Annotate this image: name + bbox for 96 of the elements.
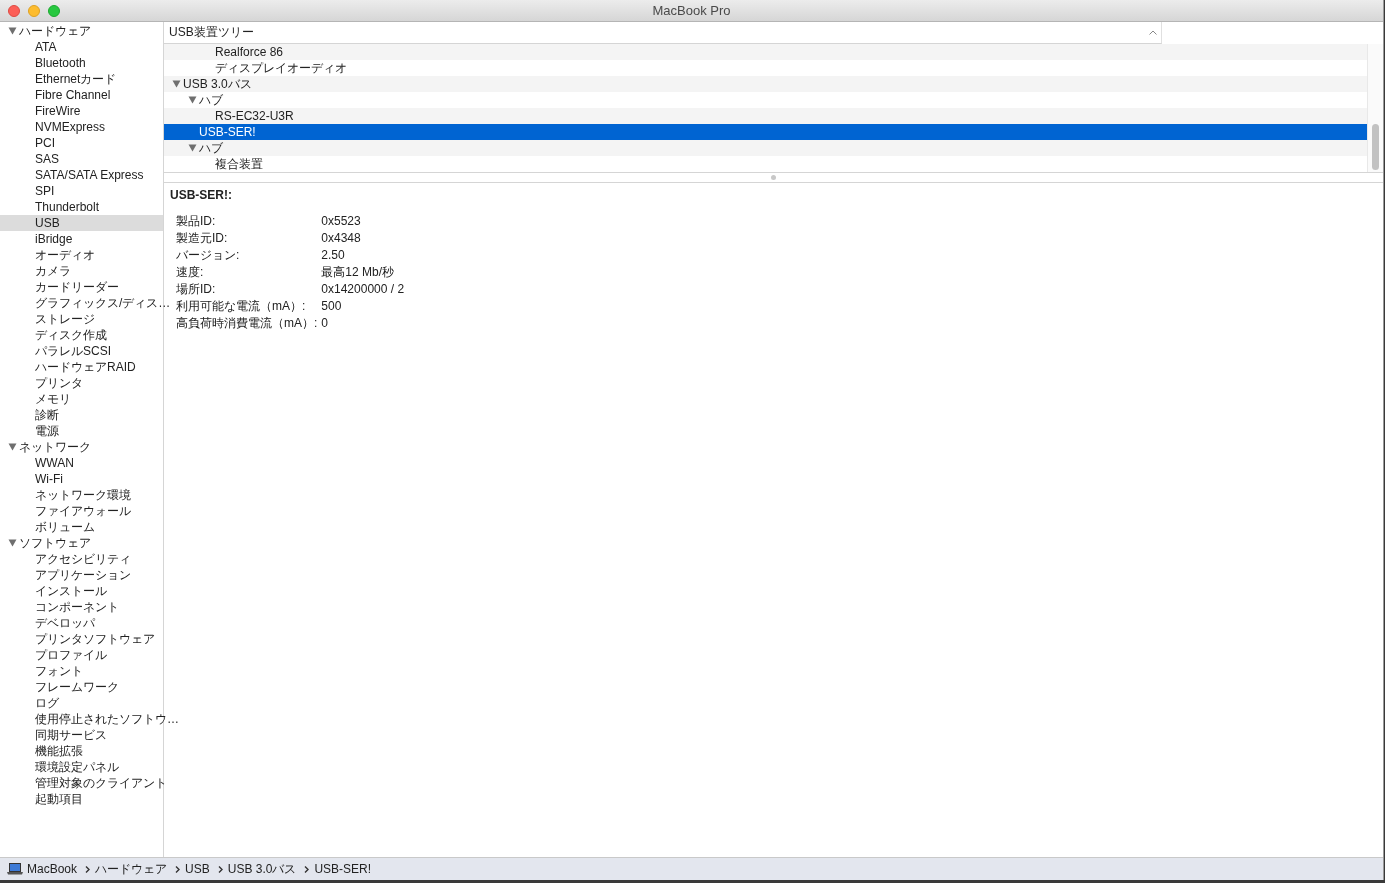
sidebar-item[interactable]: ハードウェア	[19, 23, 91, 39]
splitter-handle[interactable]	[771, 175, 776, 180]
sidebar-item[interactable]: 同期サービス	[35, 727, 107, 743]
sidebar-item[interactable]: ネットワーク環境	[35, 487, 131, 503]
chevron-icon	[85, 865, 91, 873]
sidebar-item[interactable]: プリンタ	[35, 375, 83, 391]
disclosure-triangle-icon[interactable]	[8, 443, 17, 451]
sidebar-item[interactable]: 起動項目	[35, 791, 83, 807]
sidebar-item[interactable]: フォント	[35, 663, 83, 679]
disclosure-triangle-icon[interactable]	[8, 27, 17, 35]
tree-item[interactable]: ディスプレイオーディオ	[215, 60, 347, 76]
property-label: バージョン:	[176, 248, 241, 262]
tree-item[interactable]: ハブ	[199, 140, 223, 156]
chevron-icon	[175, 865, 181, 873]
sidebar-item[interactable]: SATA/SATA Express	[35, 167, 144, 183]
sidebar-item[interactable]: 環境設定パネル	[35, 759, 119, 775]
sidebar-item[interactable]: Ethernetカード	[35, 71, 117, 87]
sidebar-item[interactable]: iBridge	[35, 231, 73, 247]
breadcrumb-item[interactable]: USB 3.0バス	[227, 860, 297, 878]
sidebar-item[interactable]: Fibre Channel	[35, 87, 111, 103]
disclosure-triangle-icon[interactable]	[172, 80, 181, 88]
sidebar-item[interactable]: メモリ	[35, 391, 71, 407]
property-value: 0x14200000 / 2	[321, 282, 405, 296]
sidebar-item[interactable]: ストレージ	[35, 311, 95, 327]
sidebar-item[interactable]: NVMExpress	[35, 119, 105, 135]
sidebar-item[interactable]: アクセシビリティ	[35, 551, 131, 567]
sidebar-item[interactable]: Wi-Fi	[35, 471, 63, 487]
property-label: 高負荷時消費電流（mA）:	[176, 316, 318, 330]
sidebar-item[interactable]: プロファイル	[35, 647, 107, 663]
sidebar-item[interactable]: ボリューム	[35, 519, 95, 535]
sidebar-item[interactable]: ディスク作成	[35, 327, 107, 343]
property-label: 速度:	[176, 265, 205, 279]
sidebar-item[interactable]: ATA	[35, 39, 57, 55]
property-value: 0x5523	[321, 214, 362, 228]
sidebar-item[interactable]: 機能拡張	[35, 743, 83, 759]
sidebar-item[interactable]: Bluetooth	[35, 55, 86, 71]
sidebar-item[interactable]: ログ	[35, 695, 59, 711]
chevron-icon	[217, 865, 223, 873]
sort-icon	[1149, 30, 1157, 35]
tree-item[interactable]: 複合装置	[215, 156, 263, 172]
sidebar-item[interactable]: ネットワーク	[19, 439, 91, 455]
sidebar-item[interactable]: グラフィックス/ディス…	[35, 295, 171, 311]
property-value: 0	[321, 316, 330, 330]
sidebar-item[interactable]: WWAN	[35, 455, 74, 471]
disclosure-triangle-icon[interactable]	[188, 144, 197, 152]
scrollbar-thumb[interactable]	[1372, 124, 1379, 170]
sidebar-item[interactable]: 電源	[35, 423, 59, 439]
close-button[interactable]	[8, 5, 20, 17]
sidebar-item[interactable]: Thunderbolt	[35, 199, 100, 215]
sidebar-item[interactable]: FireWire	[35, 103, 81, 119]
sidebar-item[interactable]: インストール	[35, 583, 107, 599]
property-label: 製造元ID:	[176, 231, 229, 245]
sidebar-item[interactable]: フレームワーク	[35, 679, 119, 695]
sidebar-item[interactable]: PCI	[35, 135, 55, 151]
selected-row[interactable]: USB-SER!	[164, 124, 1367, 140]
sidebar-item[interactable]: デベロッパ	[35, 615, 95, 631]
tree-item[interactable]: RS-EC32-U3R	[215, 108, 294, 124]
detail-heading: USB-SER!:	[170, 188, 233, 202]
sidebar-item[interactable]: ファイアウォール	[35, 503, 131, 519]
breadcrumb-item[interactable]: USB-SER!	[314, 862, 372, 876]
tree-item[interactable]: USB-SER!	[199, 124, 256, 140]
tree-item[interactable]: USB 3.0バス	[183, 76, 252, 92]
sidebar-item[interactable]: カードリーダー	[35, 279, 119, 295]
sidebar-item[interactable]: ソフトウェア	[19, 535, 91, 551]
sidebar-item[interactable]: プリンタソフトウェア	[35, 631, 155, 647]
sidebar-item[interactable]: 管理対象のクライアント	[35, 775, 167, 791]
disclosure-triangle-icon[interactable]	[8, 539, 17, 547]
sidebar-item[interactable]: パラレルSCSI	[35, 343, 111, 359]
property-label: 製品ID:	[176, 214, 217, 228]
property-label: 利用可能な電流（mA）:	[176, 299, 307, 313]
property-value: 500	[321, 299, 343, 313]
sidebar-item[interactable]: アプリケーション	[35, 567, 131, 583]
window-title: MacBook Pro	[652, 3, 731, 18]
sidebar-item[interactable]: 使用停止されたソフトウ…	[35, 711, 179, 727]
chevron-icon	[304, 865, 310, 873]
property-value: 最高12 Mb/秒	[321, 265, 396, 279]
zoom-button[interactable]	[48, 5, 60, 17]
scrollbar[interactable]	[1367, 44, 1383, 172]
laptop-icon	[7, 863, 23, 875]
tree-item[interactable]: ハブ	[199, 92, 223, 108]
sidebar-item[interactable]: オーディオ	[35, 247, 95, 263]
breadcrumb-item[interactable]: USB	[185, 862, 210, 876]
sidebar-item[interactable]: SPI	[35, 183, 55, 199]
sidebar-item[interactable]: コンポーネント	[35, 599, 119, 615]
property-value: 0x4348	[321, 231, 362, 245]
sidebar-item[interactable]: ハードウェアRAID	[35, 359, 136, 375]
disclosure-triangle-icon[interactable]	[188, 96, 197, 104]
property-label: 場所ID:	[176, 282, 217, 296]
property-value: 2.50	[321, 248, 346, 262]
breadcrumb-item[interactable]: MacBook	[27, 862, 78, 876]
tree-item[interactable]: Realforce 86	[215, 44, 284, 60]
sidebar-item[interactable]: USB	[35, 215, 60, 231]
sidebar-item[interactable]: 診断	[35, 407, 59, 423]
breadcrumb-item[interactable]: ハードウェア	[95, 860, 168, 878]
sidebar-item[interactable]: カメラ	[35, 263, 71, 279]
sidebar-item[interactable]: SAS	[35, 151, 59, 167]
